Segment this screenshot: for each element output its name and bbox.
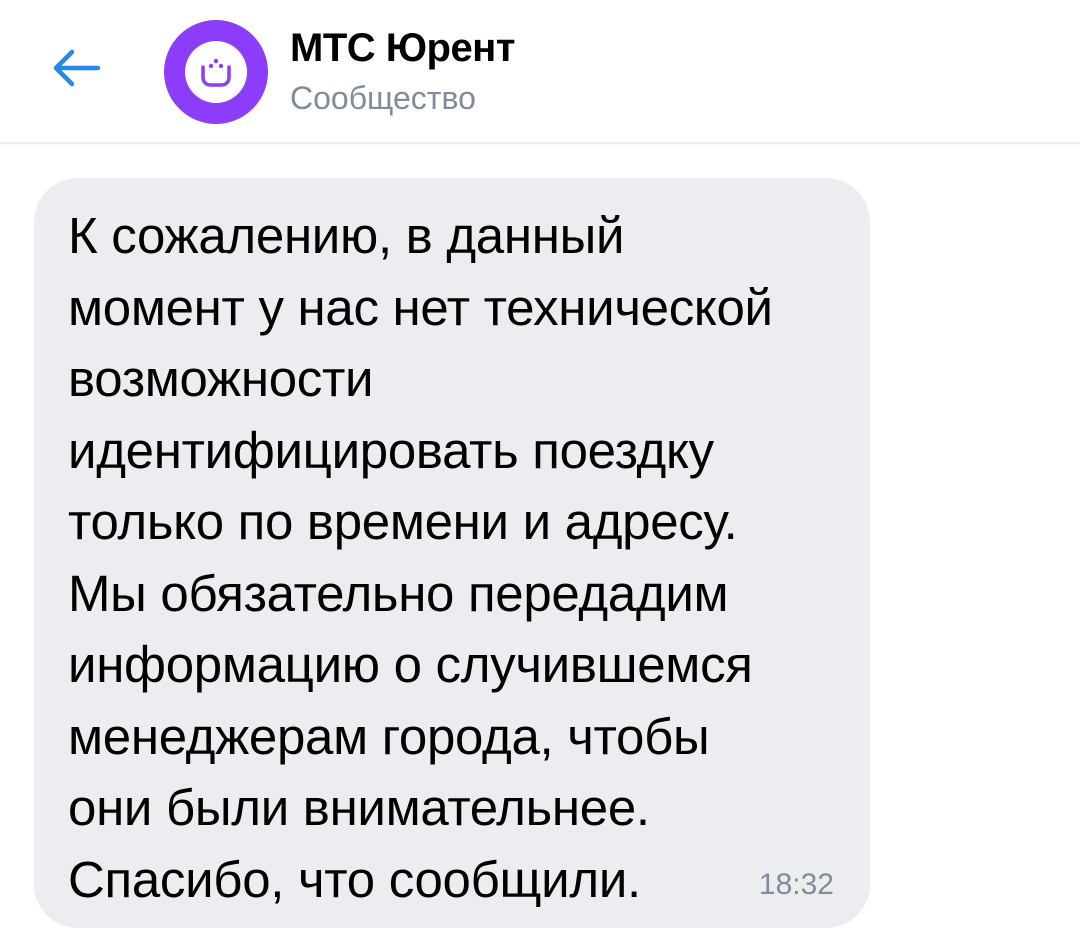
chat-header: МТС Юрент Сообщество bbox=[0, 0, 1080, 144]
arrow-left-icon bbox=[53, 49, 101, 87]
message-time: 18:32 bbox=[758, 868, 834, 901]
urent-logo-icon bbox=[185, 41, 247, 103]
chat-title-block[interactable]: МТС Юрент Сообщество bbox=[290, 24, 515, 120]
back-button[interactable] bbox=[40, 32, 112, 104]
message-bubble[interactable]: К сожалению, в данный момент у нас нет т… bbox=[34, 178, 870, 928]
chat-screen: МТС Юрент Сообщество К сожалению, в данн… bbox=[0, 0, 1080, 943]
chat-title: МТС Юрент bbox=[290, 26, 515, 70]
message-text: К сожалению, в данный момент у нас нет т… bbox=[68, 207, 773, 908]
chat-subtitle: Сообщество bbox=[290, 80, 476, 116]
avatar[interactable] bbox=[164, 20, 268, 124]
